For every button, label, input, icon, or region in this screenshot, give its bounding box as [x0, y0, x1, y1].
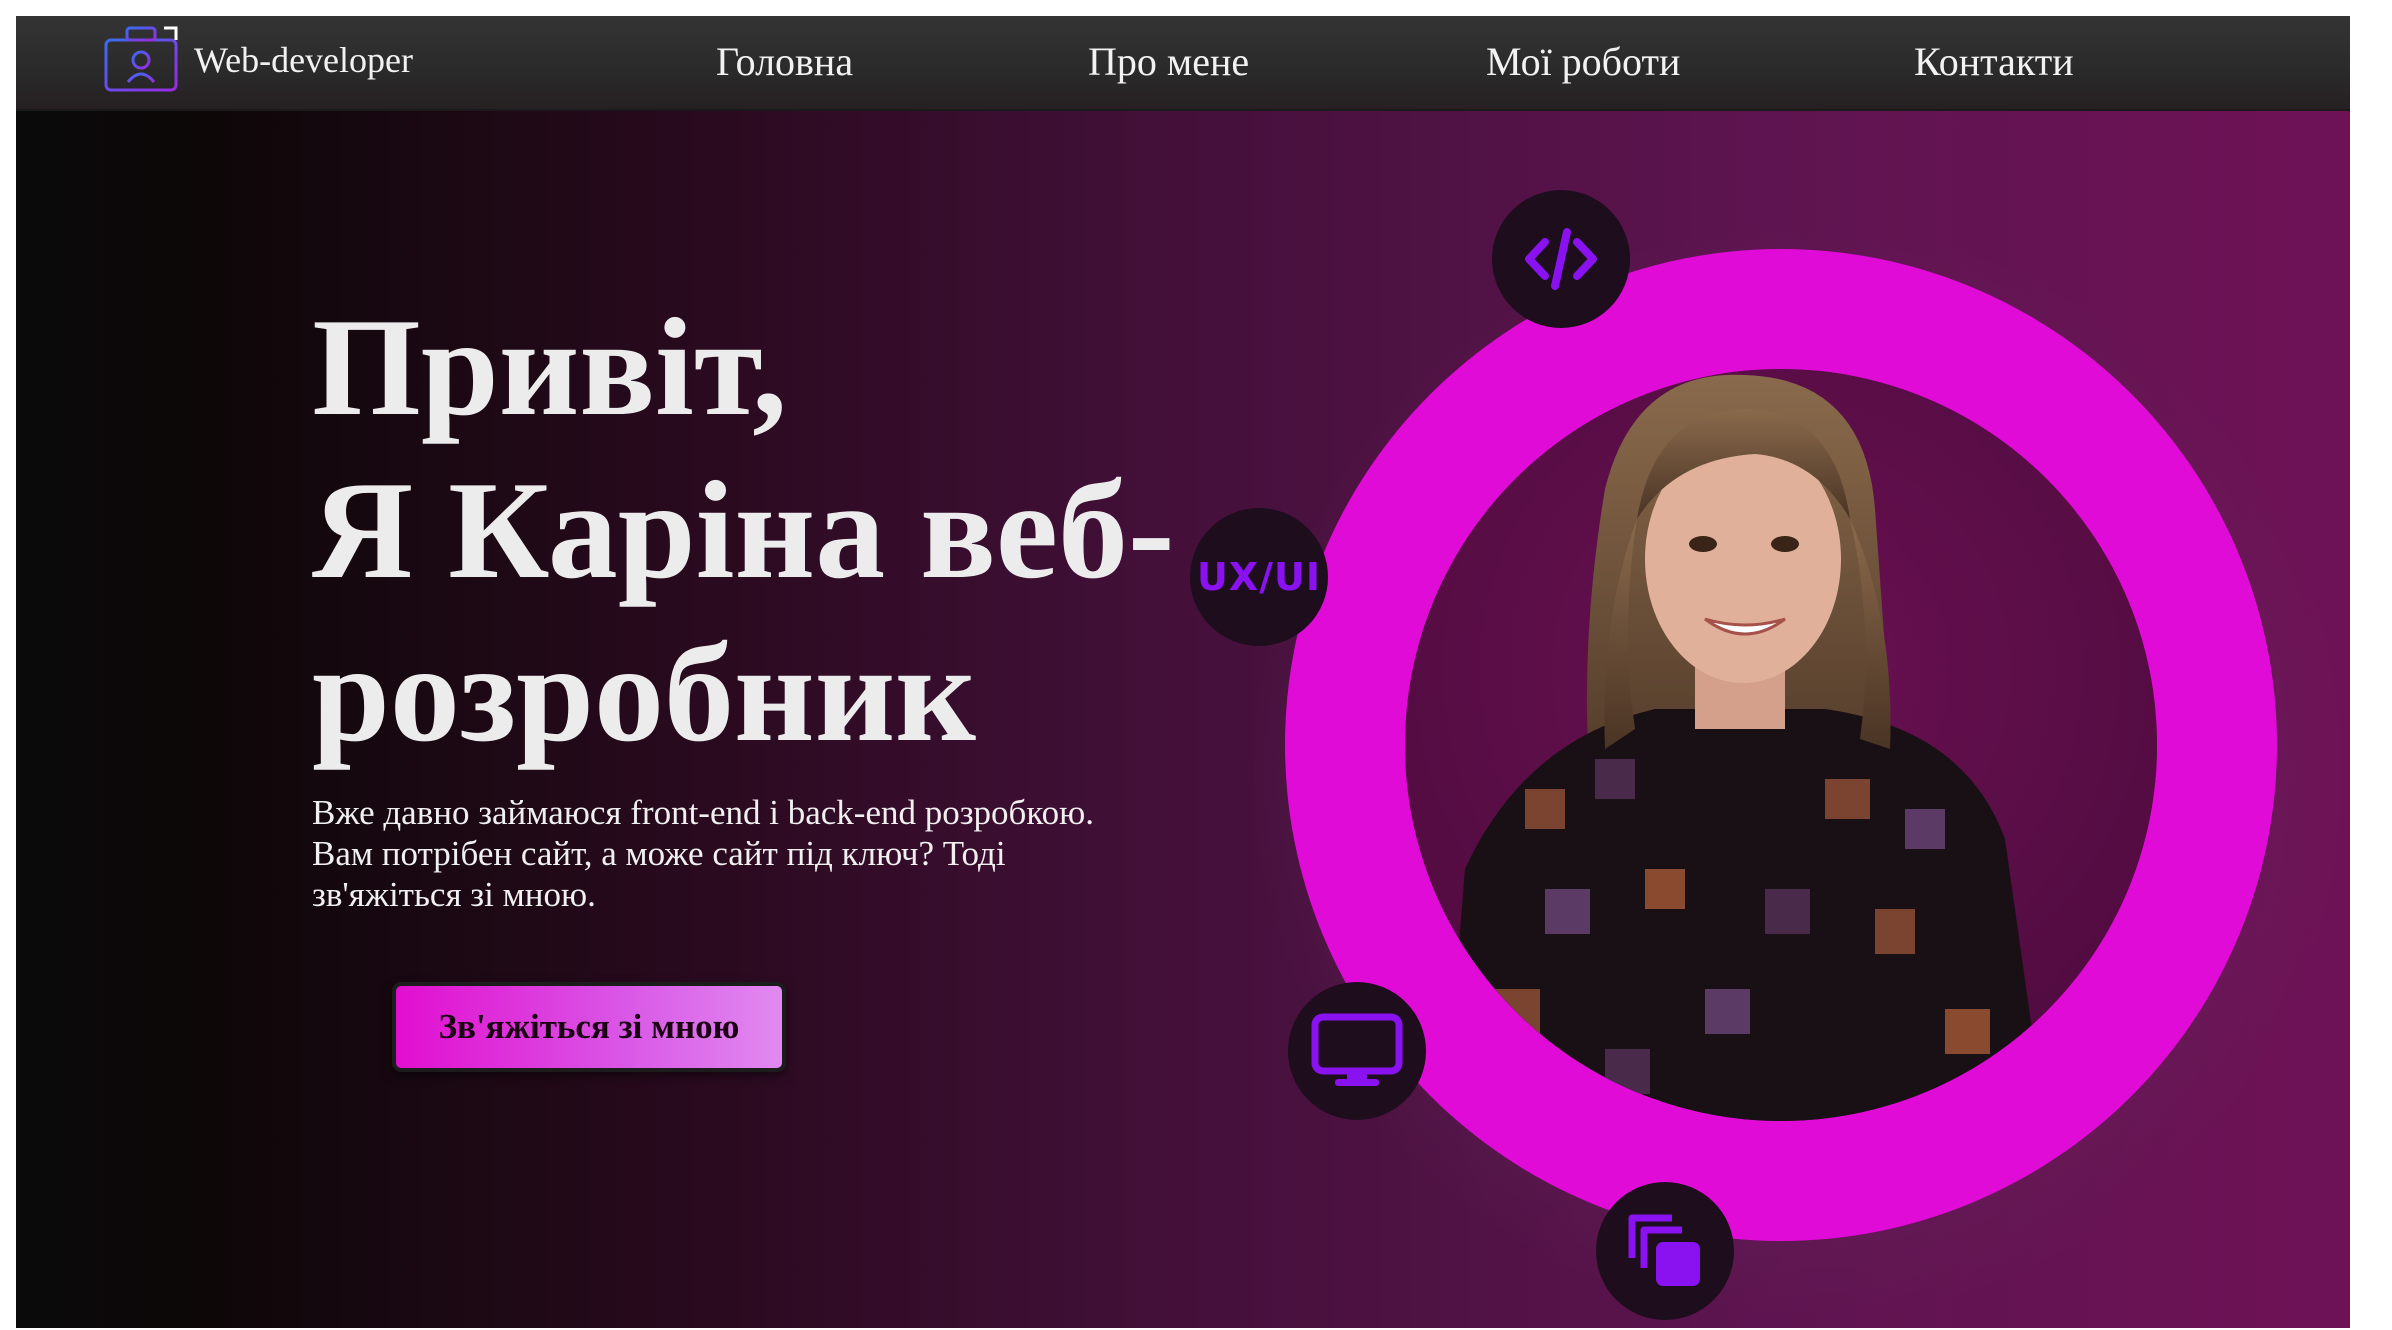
hero-description-line-3: зв'яжіться зі мною. — [312, 875, 596, 914]
hero-description-line-2: Вам потрібен сайт, а може сайт під ключ?… — [312, 834, 1006, 873]
nav-link-about[interactable]: Про мене — [1088, 38, 1249, 86]
code-badge[interactable] — [1492, 190, 1630, 328]
hero-title-line-3: розробник — [312, 616, 976, 771]
code-icon — [1525, 228, 1597, 290]
monitor-badge[interactable] — [1288, 982, 1426, 1120]
nav-link-home[interactable]: Головна — [716, 38, 853, 86]
hero-description: Вже давно займаюся front-end і back-end … — [312, 792, 1152, 915]
contact-me-button[interactable]: Зв'яжіться зі мною — [392, 982, 786, 1072]
briefcase-user-icon[interactable] — [102, 20, 182, 96]
hero-title-line-1: Привіт, — [312, 290, 788, 445]
monitor-icon — [1311, 1013, 1403, 1086]
page-frame: Web-developer Головна Про мене Мої робот… — [16, 16, 2350, 1328]
hero-title: Привіт, Я Каріна веб- розробник — [312, 286, 1212, 775]
profile-photo-illustration — [1405, 369, 2157, 1121]
top-navbar: Web-developer Головна Про мене Мої робот… — [16, 16, 2350, 111]
hero-title-line-2: Я Каріна веб- — [312, 453, 1175, 608]
ux-ui-badge[interactable]: UX/UI — [1190, 508, 1328, 646]
hero-description-line-1: Вже давно займаюся front-end і back-end … — [312, 793, 1094, 832]
nav-link-contacts[interactable]: Контакти — [1914, 38, 2074, 86]
profile-photo — [1405, 369, 2157, 1121]
layers-badge[interactable] — [1596, 1182, 1734, 1320]
ux-ui-text-icon: UX/UI — [1196, 555, 1322, 599]
brand-name[interactable]: Web-developer — [194, 40, 413, 80]
nav-link-works[interactable]: Мої роботи — [1486, 38, 1680, 86]
layers-copy-icon — [1628, 1214, 1700, 1286]
